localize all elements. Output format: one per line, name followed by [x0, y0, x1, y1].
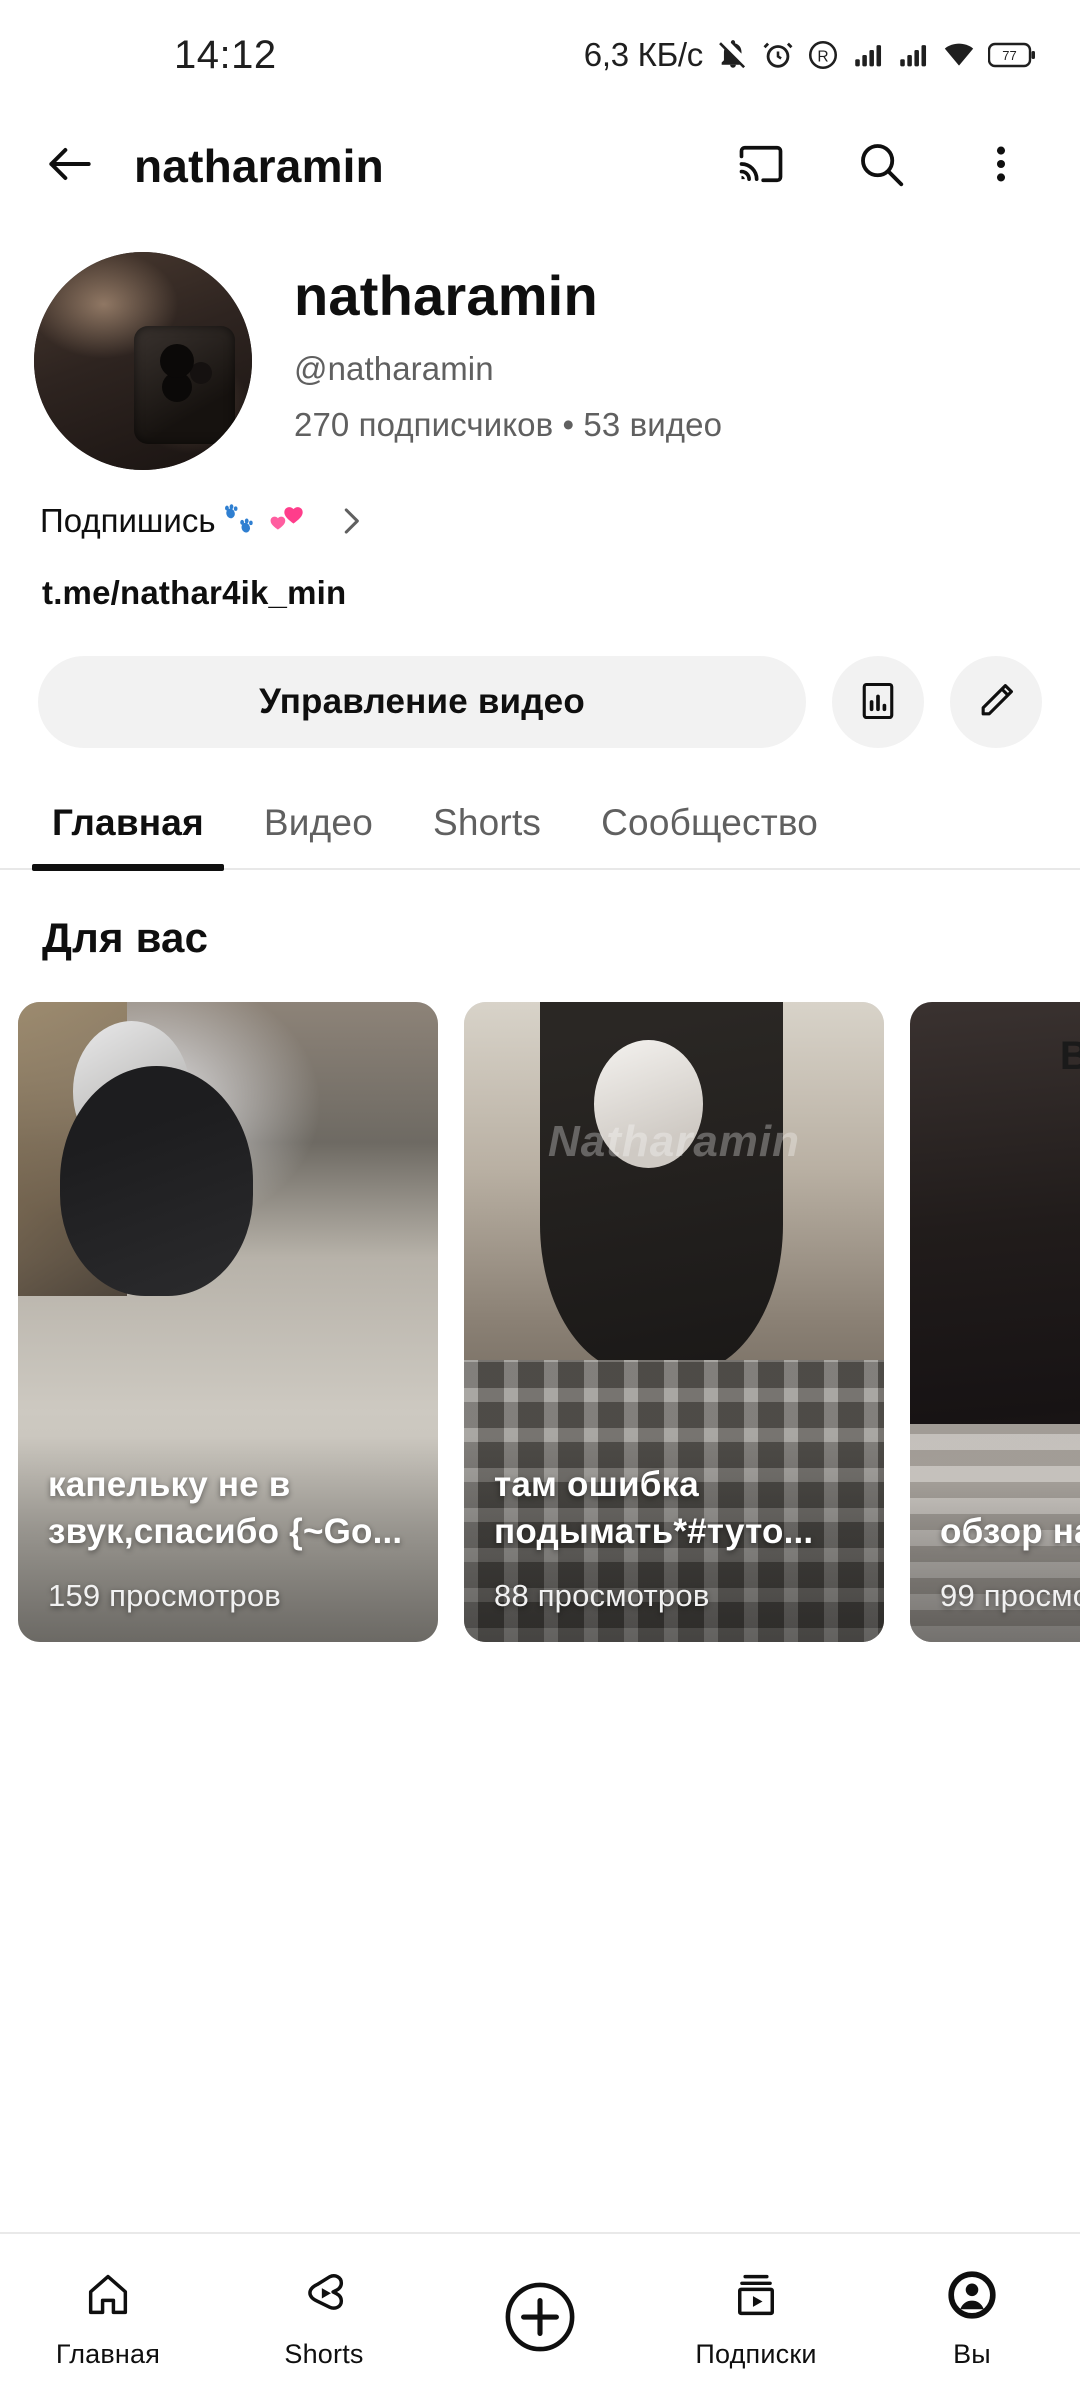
nav-item-you[interactable]: Вы: [864, 2264, 1080, 2370]
nav-item-shorts[interactable]: Shorts: [216, 2264, 432, 2370]
channel-description-row[interactable]: Подпишись: [0, 470, 1080, 540]
paw-prints-icon: [222, 504, 260, 538]
more-options-button[interactable]: [970, 135, 1032, 197]
channel-name: natharamin: [294, 264, 598, 327]
create-plus-icon: [499, 2274, 581, 2360]
chevron-right-icon[interactable]: [332, 502, 370, 540]
nav-item-subscriptions[interactable]: Подписки: [648, 2264, 864, 2370]
video-watermark: Natharamin: [547, 1117, 801, 1167]
cat-mask-shape: [72, 1021, 191, 1162]
channel-link[interactable]: t.me/nathar4ik_min: [0, 540, 1080, 612]
back-arrow-icon: [42, 136, 98, 197]
alarm-clock-icon: [761, 38, 795, 72]
nav-label-home: Главная: [55, 2339, 161, 2369]
status-bar: 14:12 6,3 КБ/с R 77: [0, 0, 1080, 110]
tab-home[interactable]: Главная: [22, 802, 234, 871]
video-title: капельку не в звук,спасибо {~Go...: [48, 1465, 403, 1552]
app-header: natharamin: [0, 110, 1080, 222]
back-button[interactable]: [34, 130, 106, 202]
mute-bell-icon: [716, 38, 750, 72]
nav-item-create[interactable]: [432, 2274, 648, 2360]
wifi-icon: [941, 38, 977, 72]
signal-bars-2-icon: [896, 38, 930, 72]
video-title: там ошибка подымать*#туто...: [494, 1465, 814, 1552]
video-card[interactable]: Natharamin там ошибка подымать*#туто... …: [464, 1002, 884, 1642]
home-icon: [82, 2264, 134, 2326]
svg-text:R: R: [817, 48, 828, 65]
page-title: natharamin: [134, 140, 384, 192]
r-circle-icon: R: [806, 38, 840, 72]
hearts-icon: [266, 503, 310, 539]
nav-label-subscriptions: Подписки: [695, 2339, 817, 2369]
nav-label-shorts: Shorts: [284, 2339, 364, 2369]
video-views: 88 просмотров: [494, 1578, 710, 1613]
bottom-navigation: Главная Shorts Подписки Вы: [0, 2232, 1080, 2400]
video-banner-text: ВСЕМ: [1059, 1034, 1080, 1078]
more-vertical-icon: [978, 141, 1024, 192]
nav-label-you: Вы: [953, 2339, 991, 2369]
channel-description: Подпишись: [40, 502, 310, 540]
video-card[interactable]: капельку не в звук,спасибо {~Go... 159 п…: [18, 1002, 438, 1642]
channel-profile: natharamin @natharamin 270 подписчиков •…: [0, 222, 1080, 470]
tab-community[interactable]: Сообщество: [571, 802, 848, 868]
video-shelf[interactable]: капельку не в звук,спасибо {~Go... 159 п…: [0, 962, 1080, 1642]
header-actions: [730, 135, 1046, 197]
avatar[interactable]: [34, 252, 252, 470]
cast-icon: [735, 138, 787, 195]
search-button[interactable]: [850, 135, 912, 197]
bar-chart-icon: [856, 679, 900, 726]
status-time: 14:12: [174, 32, 277, 77]
video-views: 159 просмотров: [48, 1578, 281, 1613]
pencil-icon: [974, 679, 1018, 726]
channel-handle: @natharamin: [294, 350, 494, 388]
signal-bars-1-icon: [851, 38, 885, 72]
channel-actions: Управление видео: [0, 612, 1080, 748]
tab-shorts[interactable]: Shorts: [403, 802, 571, 868]
status-bar-icons: 6,3 КБ/с R 77: [584, 36, 1036, 74]
battery-icon: 77: [988, 41, 1036, 69]
video-views: 99 просмо: [940, 1578, 1080, 1613]
analytics-button[interactable]: [832, 656, 924, 748]
nav-item-home[interactable]: Главная: [0, 2264, 216, 2370]
video-card[interactable]: ВСЕМ обзор на маски#к 99 просмо: [910, 1002, 1080, 1642]
video-title: обзор на маски#к: [940, 1512, 1080, 1552]
channel-info: natharamin @natharamin 270 подписчиков •…: [252, 252, 722, 444]
video-overlay: капельку не в звук,спасибо {~Go... 159 п…: [18, 1436, 438, 1642]
shelf-title: Для вас: [42, 914, 209, 961]
avatar-phone-camera: [160, 343, 195, 378]
tab-videos[interactable]: Видео: [234, 802, 403, 868]
channel-description-text: Подпишись: [40, 502, 216, 539]
manage-videos-button[interactable]: Управление видео: [38, 656, 806, 748]
channel-tabs: Главная Видео Shorts Сообщество: [0, 748, 1080, 871]
video-overlay: там ошибка подымать*#туто... 88 просмотр…: [464, 1436, 884, 1642]
network-speed-text: 6,3 КБ/с: [583, 36, 704, 73]
subscriptions-icon: [730, 2264, 782, 2326]
edit-channel-button[interactable]: [950, 656, 1042, 748]
channel-stats: 270 подписчиков • 53 видео: [294, 406, 723, 444]
cast-button[interactable]: [730, 135, 792, 197]
svg-text:77: 77: [1002, 48, 1016, 63]
shorts-icon: [298, 2264, 350, 2326]
account-icon: [946, 2264, 998, 2326]
search-icon: [854, 137, 908, 196]
video-overlay: обзор на маски#к 99 просмо: [910, 1483, 1080, 1642]
